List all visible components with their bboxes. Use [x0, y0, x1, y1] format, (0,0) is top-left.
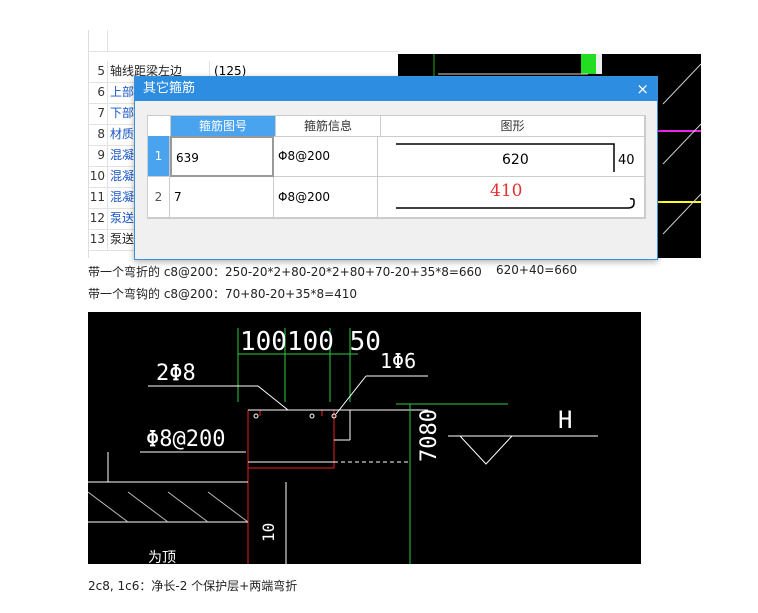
label-bottom: 为顶 — [148, 550, 176, 564]
row-index[interactable]: 1 — [148, 136, 170, 177]
other-stirrups-dialog: 其它箍筋 × 箍筋图号 箍筋信息 图形 1 639 Φ8@200 620 40 — [134, 76, 658, 260]
row-number: 8 — [97, 127, 105, 141]
label-h: H — [558, 406, 572, 434]
cell-info[interactable]: Φ8@200 — [274, 136, 378, 177]
header-shape[interactable]: 图形 — [381, 116, 645, 137]
row-number: 9 — [97, 148, 105, 162]
cell-code[interactable]: 7 — [170, 177, 274, 218]
cell-shape[interactable]: 410 — [378, 177, 645, 218]
note-line-1b: 620+40=660 — [496, 263, 578, 277]
label-1phi6: 1Φ6 — [380, 349, 416, 373]
row-number: 10 — [89, 169, 105, 183]
table-row[interactable]: 1 639 Φ8@200 620 40 — [148, 136, 645, 177]
row-number: 12 — [89, 211, 105, 225]
row-index[interactable]: 2 — [148, 177, 170, 218]
cad-drawing-graphic: 100100 50 2Φ8 1Φ6 Φ8@200 7080 H 10 为顶 — [87, 327, 598, 566]
page: 5 轴线距梁左边 (125) 6 上部 7 下部 8 材质 9 混凝 10 混凝… — [0, 0, 758, 613]
table-row[interactable]: 2 7 Φ8@200 410 — [148, 177, 645, 218]
note-line-2: 带一个弯钩的 c8@200：70+80-20+35*8=410 — [88, 287, 358, 301]
label-2phi8: 2Φ8 — [156, 361, 196, 386]
row-number: 5 — [97, 64, 105, 78]
note-line-1: 带一个弯折的 c8@200：250-20*2+80-20*2+80+70-20+… — [88, 265, 482, 279]
header-corner — [148, 116, 171, 137]
row-number: 7 — [97, 106, 105, 120]
shape-dim-side: 40 — [618, 153, 635, 168]
row-number: 13 — [89, 232, 105, 246]
stirrup-table: 箍筋图号 箍筋信息 图形 1 639 Φ8@200 620 40 2 7 Φ8@… — [147, 115, 646, 219]
label-phi8-200: Φ8@200 — [146, 427, 225, 452]
property-row — [89, 30, 399, 52]
cell-shape[interactable]: 620 40 — [378, 136, 645, 177]
cell-info[interactable]: Φ8@200 — [274, 177, 378, 218]
table-header: 箍筋图号 箍筋信息 图形 — [148, 116, 645, 137]
row-number: 6 — [97, 85, 105, 99]
cad-drawing: 100100 50 2Φ8 1Φ6 Φ8@200 7080 H 10 为顶 — [87, 312, 641, 566]
shape-dim-main: 410 — [490, 181, 523, 201]
label-7080: 7080 — [417, 409, 442, 462]
shape-dim-main: 620 — [502, 152, 529, 168]
row-number: 11 — [89, 190, 105, 204]
property-label — [107, 30, 210, 51]
header-info[interactable]: 箍筋信息 — [276, 116, 381, 137]
close-icon[interactable]: × — [636, 77, 649, 101]
dialog-title-bar: 其它箍筋 × — [135, 77, 657, 101]
dialog-title: 其它箍筋 — [143, 81, 196, 96]
cell-code[interactable]: 639 — [170, 136, 274, 177]
label-10: 10 — [259, 523, 278, 542]
dim-top-text: 100100 50 — [240, 327, 381, 357]
footer-note: 2c8, 1c6：净长-2 个保护层+两端弯折 — [88, 579, 298, 593]
header-code[interactable]: 箍筋图号 — [171, 116, 276, 137]
